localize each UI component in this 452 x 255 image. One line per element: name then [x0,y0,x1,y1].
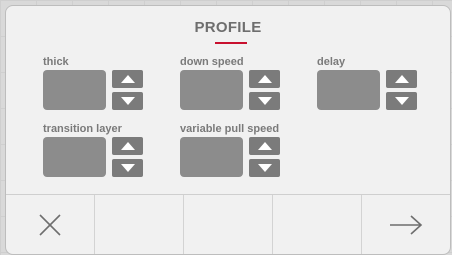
field-label-variable-pull-speed: variable pull speed [180,123,280,135]
arrow-down-icon [394,97,409,105]
field-label-thick: thick [43,56,69,68]
empty-cell [184,195,273,254]
variable-pull-speed-value-input[interactable] [180,137,243,177]
field-variable-pull-speed: variable pull speed [180,123,290,177]
arrow-right-icon [390,214,423,235]
empty-cell [95,195,184,254]
delay-value-input[interactable] [317,70,380,110]
delay-increment-button[interactable] [386,70,417,88]
delay-decrement-button[interactable] [386,92,417,110]
arrow-down-icon [120,97,135,105]
arrow-up-icon [120,75,135,83]
next-button[interactable] [362,195,450,254]
down-speed-value-input[interactable] [180,70,243,110]
field-transition-layer: transition layer [43,123,153,177]
field-label-transition-layer: transition layer [43,123,122,135]
field-label-down-speed: down speed [180,56,244,68]
thick-increment-button[interactable] [112,70,143,88]
field-down-speed: down speed [180,56,290,110]
thick-value-input[interactable] [43,70,106,110]
down-speed-increment-button[interactable] [249,70,280,88]
field-thick: thick [43,56,153,110]
thick-decrement-button[interactable] [112,92,143,110]
variable-pull-speed-decrement-button[interactable] [249,159,280,177]
arrow-down-icon [257,164,272,172]
down-speed-decrement-button[interactable] [249,92,280,110]
arrow-up-icon [394,75,409,83]
empty-cell [273,195,362,254]
arrow-up-icon [257,75,272,83]
arrow-down-icon [257,97,272,105]
close-icon [39,213,61,236]
title-accent-line [215,42,247,44]
field-delay: delay [317,56,427,110]
transition-layer-increment-button[interactable] [112,137,143,155]
arrow-up-icon [257,142,272,150]
variable-pull-speed-increment-button[interactable] [249,137,280,155]
transition-layer-value-input[interactable] [43,137,106,177]
profile-dialog: PROFILE thick down speed delay transitio… [5,5,451,255]
field-label-delay: delay [317,56,346,68]
transition-layer-decrement-button[interactable] [112,159,143,177]
dialog-title: PROFILE [194,19,262,36]
arrow-down-icon [120,164,135,172]
arrow-up-icon [120,142,135,150]
cancel-button[interactable] [6,195,95,254]
action-bar [6,194,450,254]
